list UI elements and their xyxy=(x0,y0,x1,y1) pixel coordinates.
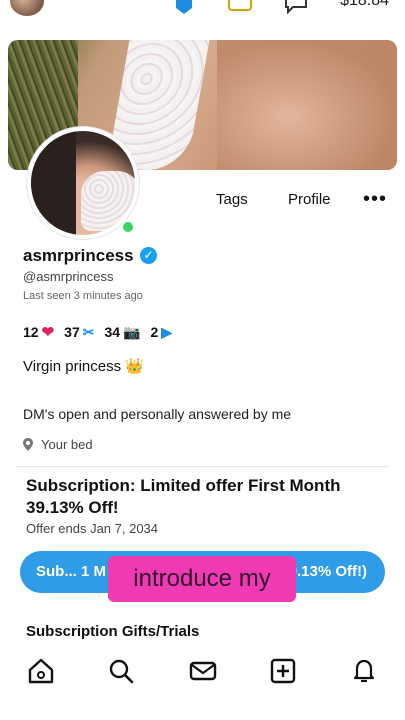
media-count: 37 xyxy=(64,324,80,340)
profile-stats: 12 ❤ 37 ✂ 34 📷 2 ▶ xyxy=(23,323,172,342)
online-status-dot xyxy=(121,220,135,234)
add-post-icon[interactable] xyxy=(268,656,298,686)
username-handle: @asmrprincess xyxy=(23,269,114,284)
location-text: Your bed xyxy=(41,437,93,452)
more-options-button[interactable]: ••• xyxy=(363,188,387,211)
media-icon: ✂ xyxy=(82,323,95,340)
bio-line-1: Virgin princess 👑 xyxy=(23,358,144,375)
chat-icon[interactable] xyxy=(284,0,308,14)
tab-profile[interactable]: Profile xyxy=(288,191,331,208)
bottom-navigation xyxy=(0,648,405,694)
display-name: asmrprincess xyxy=(23,246,134,265)
bookmark-icon[interactable] xyxy=(172,0,196,14)
location-pin-icon xyxy=(23,438,33,451)
offer-ends: Offer ends Jan 7, 2034 xyxy=(26,521,159,536)
verified-badge-icon: ✓ xyxy=(140,247,157,264)
heart-icon: ❤ xyxy=(41,324,55,341)
likes-count: 12 xyxy=(23,324,39,340)
home-icon[interactable] xyxy=(26,656,56,686)
bio-line-2: DM's open and personally answered by me xyxy=(23,406,292,422)
account-avatar[interactable] xyxy=(10,0,44,16)
last-seen-status: Last seen 3 minutes ago xyxy=(23,290,143,302)
videos-stat[interactable]: 2 ▶ xyxy=(150,324,172,341)
location: Your bed xyxy=(23,437,93,452)
balance: $18.84 xyxy=(340,0,389,9)
photos-count: 34 xyxy=(104,324,121,340)
camera-icon: 📷 xyxy=(123,323,141,340)
video-camera-icon: ▶ xyxy=(161,323,173,340)
tab-tags[interactable]: Tags xyxy=(216,191,248,208)
subscribe-button-label: Sub... 1 M xyxy=(36,563,107,580)
search-icon[interactable] xyxy=(106,656,136,686)
subscription-gifts-title: Subscription Gifts/Trials xyxy=(26,623,200,640)
messages-icon[interactable] xyxy=(188,656,218,686)
subscribe-button-discount: 9.13% Off!) xyxy=(288,563,367,580)
likes-stat: 12 ❤ xyxy=(23,323,54,341)
wallet-icon[interactable] xyxy=(228,0,252,14)
subscription-title: Subscription: Limited offer First Month … xyxy=(26,476,341,517)
media-stat[interactable]: 37 ✂ xyxy=(64,324,94,341)
divider xyxy=(16,466,389,467)
videos-count: 2 xyxy=(150,324,159,340)
photos-stat[interactable]: 34 📷 xyxy=(104,324,140,341)
notifications-icon[interactable] xyxy=(349,656,379,686)
caption-overlay: introduce my xyxy=(108,556,296,602)
top-bar: $18.84 xyxy=(0,0,405,28)
